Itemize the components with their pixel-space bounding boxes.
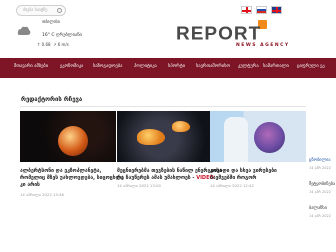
sidebar-item[interactable]: ბალანსი <box>309 206 327 211</box>
nav-item-politics[interactable]: პოლიტიკა <box>134 64 157 69</box>
article-title[interactable]: ალბერტსონი და ეკზოპლანეტა, რომელიც მზეს … <box>20 168 124 189</box>
weather-temperature: 16° C ღრუბლიანი <box>42 33 82 38</box>
sidebar-item[interactable]: ცნობილია <box>309 158 331 163</box>
georgian-flag-icon[interactable] <box>241 6 252 14</box>
article-date: 14 აპრილი 2022 13:00 <box>117 183 161 188</box>
goldfish-image <box>137 129 165 145</box>
goldfish-image <box>172 121 190 132</box>
section-divider <box>20 106 306 107</box>
sidebar-date: 14 აპრ 2022 <box>309 166 331 170</box>
nav-item-main[interactable]: მთავარი ამბები <box>14 64 48 69</box>
search-icon[interactable] <box>57 8 62 13</box>
sidebar-item[interactable]: შეტყობინება <box>309 182 335 187</box>
logo-subtitle: NEWS AGENCY <box>236 43 290 48</box>
site-header: ძიება საიტზე თბილისი 16° C ღრუბლიანი ↑ 0… <box>0 0 336 58</box>
weather-icon <box>17 26 31 35</box>
article-title[interactable]: კოვიდი და სხვა ვირუსები ბავშვებში როგორ <box>210 168 277 182</box>
section-title: რედაქტორის რჩევა <box>21 96 83 103</box>
weather-wind: ↑ 0.68 ↗ 6 m/s <box>37 42 69 47</box>
article-date: 14 აპრილი 2022 12:42 <box>210 183 254 188</box>
russian-flag-icon[interactable] <box>256 6 267 14</box>
doctor-image <box>224 117 248 162</box>
sidebar-date: 14 აპრ 2022 <box>309 214 331 218</box>
nav-item-digital[interactable]: ციფრული ეკ <box>297 64 325 69</box>
sidebar-date: 14 აპრ 2022 <box>309 190 331 194</box>
article-thumbnail-virus[interactable] <box>210 111 306 162</box>
nav-item-world[interactable]: საერთაშორისო <box>196 64 230 69</box>
english-flag-icon[interactable] <box>271 6 282 14</box>
nav-item-culture[interactable]: კულტურა <box>238 64 259 69</box>
main-navigation: მთავარი ამბები ეკონომიკა საზოგადოება პოლ… <box>0 58 336 78</box>
weather-city: თბილისი <box>42 19 60 24</box>
article-thumbnail-planet[interactable] <box>20 111 116 162</box>
nav-item-sport[interactable]: სპორტი <box>168 64 185 69</box>
nav-item-economy[interactable]: ეკონომიკა <box>60 64 83 69</box>
planet-image <box>58 126 88 156</box>
article-date: 14 აპრილი 2022 13:46 <box>20 192 64 197</box>
sidebar-news <box>307 104 336 252</box>
nav-item-law[interactable]: სამართალი <box>263 64 289 69</box>
article-title[interactable]: მეცნიერებმა თევზების ნაწილ ენერგიისა რა … <box>117 168 222 182</box>
virus-image <box>254 122 285 153</box>
nav-item-society[interactable]: საზოგადოება <box>93 64 122 69</box>
search-input[interactable]: ძიება საიტზე <box>16 5 66 16</box>
search-placeholder: ძიება საიტზე <box>23 7 48 12</box>
article-thumbnail-fish[interactable] <box>117 111 213 162</box>
